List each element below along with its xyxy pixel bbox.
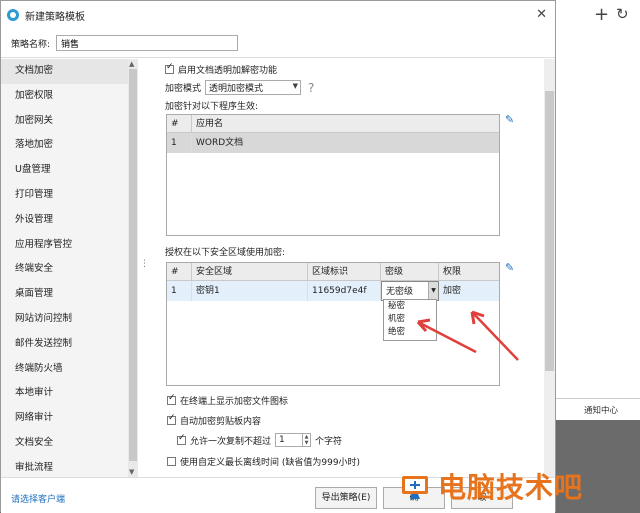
allow-copy-checkbox[interactable]	[177, 433, 186, 445]
custom-offline-label: 使用自定义最长离线时间 (缺省值为999小时)	[180, 458, 361, 468]
allow-copy-suffix: 个字符	[315, 436, 343, 447]
programs-label-row: 加密针对以下程序生效:	[165, 99, 258, 112]
dropdown-option-secret[interactable]: 秘密	[384, 300, 436, 313]
zone-row-id: 11659d7e4f	[308, 281, 381, 301]
show-icon-row: 在终端上显示加密文件图标	[167, 393, 289, 407]
show-icon-label: 在终端上显示加密文件图标	[180, 397, 289, 407]
sidebar-item-encrypt-permission[interactable]: 加密权限	[1, 84, 138, 109]
enable-transparent-checkbox[interactable]	[165, 62, 174, 74]
sidebar-item-print[interactable]: 打印管理	[1, 183, 138, 208]
content-scrollbar[interactable]	[544, 59, 555, 477]
custom-offline-checkbox[interactable]	[167, 457, 176, 466]
chevron-down-icon[interactable]: ▼	[428, 282, 438, 300]
plus-icon[interactable]: +	[594, 4, 609, 25]
app-row-num: 1	[167, 133, 192, 153]
encrypt-mode-select[interactable]: 透明加密模式 ▼	[205, 80, 302, 95]
scroll-up-icon[interactable]: ▲	[129, 60, 134, 68]
level-select-value: 无密级	[386, 287, 414, 297]
level-select[interactable]: 无密级 ▼	[381, 281, 439, 301]
divider	[1, 57, 555, 58]
enable-transparent-label: 启用文档透明加解密功能	[178, 66, 278, 76]
zone-header-perm: 权限	[439, 263, 499, 281]
show-icon-checkbox[interactable]	[167, 393, 176, 405]
content-scroll-thumb[interactable]	[545, 91, 554, 371]
encrypt-mode-label: 加密模式	[165, 84, 202, 94]
zone-table: # 安全区域 区域标识 密级 权限 1 密钥1 11659d7e4f 无密级 ▼…	[166, 262, 500, 386]
allow-copy-row: 允许一次复制不超过 1 ▲▼ 个字符	[177, 433, 342, 447]
sidebar-item-doc-encrypt[interactable]: 文档加密	[1, 59, 138, 84]
app-table-header-name: 应用名	[192, 115, 499, 133]
custom-offline-row: 使用自定义最长离线时间 (缺省值为999小时)	[167, 455, 360, 468]
policy-name-label: 策略名称:	[11, 39, 51, 50]
sidebar-item-app-control[interactable]: 应用程序管控	[1, 233, 138, 258]
watermark-text: 电脑技术吧	[438, 471, 584, 504]
scroll-down-icon[interactable]: ▼	[129, 468, 134, 476]
zone-label: 授权在以下安全区域使用加密:	[165, 248, 286, 258]
zone-row-perm: 加密	[443, 286, 462, 296]
enable-transparent-row: 启用文档透明加解密功能	[165, 62, 278, 76]
sidebar-scroll-thumb[interactable]	[129, 69, 137, 461]
zone-header-level: 密级	[381, 263, 439, 281]
sidebar-item-doc-security[interactable]: 文档安全	[1, 431, 138, 456]
app-row-name: WORD文档	[196, 138, 244, 148]
sidebar-item-peripheral[interactable]: 外设管理	[1, 208, 138, 233]
notification-center-label[interactable]: 通知中心	[584, 404, 618, 416]
zone-label-row: 授权在以下安全区域使用加密:	[165, 245, 285, 258]
allow-copy-stepper[interactable]: 1 ▲ ▼	[275, 433, 312, 447]
background-window: + ↻ 通知中心	[556, 0, 640, 420]
dropdown-option-confidential[interactable]: 机密	[384, 313, 436, 326]
help-icon[interactable]: ?	[308, 81, 314, 95]
app-table: # 应用名 1 WORD文档	[166, 114, 500, 236]
zone-row-num: 1	[167, 281, 192, 301]
zone-row-zone: 密钥1	[192, 281, 308, 301]
zone-header-zone: 安全区域	[192, 263, 308, 281]
encrypt-mode-row: 加密模式 透明加密模式 ▼ ?	[165, 80, 314, 95]
watermark: 电脑技术吧	[398, 466, 583, 506]
divider	[556, 398, 640, 399]
sidebar-item-network-audit[interactable]: 网络审计	[1, 406, 138, 431]
watermark-logo-icon	[398, 470, 438, 502]
auto-clipboard-label: 自动加密剪贴板内容	[180, 417, 262, 427]
allow-copy-value: 1	[279, 435, 285, 445]
sidebar-item-landing-encrypt[interactable]: 落地加密	[1, 133, 138, 158]
sidebar-item-terminal-security[interactable]: 终端安全	[1, 257, 138, 282]
close-icon[interactable]: ✕	[536, 7, 547, 22]
export-policy-button[interactable]: 导出策略(E)	[315, 487, 377, 509]
zone-header-id: 区域标识	[308, 263, 381, 281]
zone-header-num: #	[167, 263, 192, 281]
stepper-arrows-icon[interactable]: ▲ ▼	[302, 434, 310, 446]
edit-zones-pencil-icon[interactable]: ✎	[505, 261, 514, 274]
sidebar-item-usb[interactable]: U盘管理	[1, 158, 138, 183]
sidebar-scrollbar[interactable]: ▲ ▼	[128, 59, 138, 477]
splitter-handle-icon[interactable]: ⋮	[140, 259, 149, 269]
app-table-header-num: #	[167, 115, 192, 133]
sidebar-item-desktop[interactable]: 桌面管理	[1, 282, 138, 307]
app-icon	[7, 9, 19, 21]
sidebar-item-local-audit[interactable]: 本地审计	[1, 381, 138, 406]
table-row[interactable]: 1 WORD文档	[167, 133, 499, 153]
sidebar-item-web-access[interactable]: 网站访问控制	[1, 307, 138, 332]
policy-template-dialog: 新建策略模板 ✕ 策略名称: 文档加密 加密权限 加密网关 落地加密 U盘管理 …	[0, 0, 556, 513]
auto-clipboard-checkbox[interactable]	[167, 413, 176, 425]
programs-label: 加密针对以下程序生效:	[165, 102, 259, 112]
dialog-title: 新建策略模板	[25, 11, 85, 23]
chevron-down-icon: ▼	[292, 82, 299, 90]
policy-name-input[interactable]	[56, 35, 239, 51]
sidebar-item-mail-control[interactable]: 邮件发送控制	[1, 332, 138, 357]
table-row[interactable]: 1 密钥1 11659d7e4f 无密级 ▼ 加密	[167, 281, 499, 301]
encrypt-mode-value: 透明加密模式	[209, 84, 264, 94]
auto-clipboard-row: 自动加密剪贴板内容	[167, 413, 262, 427]
allow-copy-prefix: 允许一次复制不超过	[190, 436, 272, 447]
edit-apps-pencil-icon[interactable]: ✎	[505, 113, 514, 126]
content-panel: 启用文档透明加解密功能 加密模式 透明加密模式 ▼ ? 加密针对以下程序生效: …	[151, 59, 543, 477]
refresh-icon[interactable]: ↻	[616, 5, 629, 23]
policy-name-row: 策略名称:	[11, 35, 239, 51]
sidebar-item-firewall[interactable]: 终端防火墙	[1, 357, 138, 382]
dropdown-option-top-secret[interactable]: 绝密	[384, 326, 436, 339]
titlebar: 新建策略模板 ✕	[1, 1, 555, 29]
select-client-link[interactable]: 请选择客户端	[11, 492, 65, 505]
level-dropdown-list: 秘密 机密 绝密	[383, 299, 437, 341]
sidebar-item-encrypt-gateway[interactable]: 加密网关	[1, 109, 138, 134]
sidebar: 文档加密 加密权限 加密网关 落地加密 U盘管理 打印管理 外设管理 应用程序管…	[1, 59, 138, 477]
